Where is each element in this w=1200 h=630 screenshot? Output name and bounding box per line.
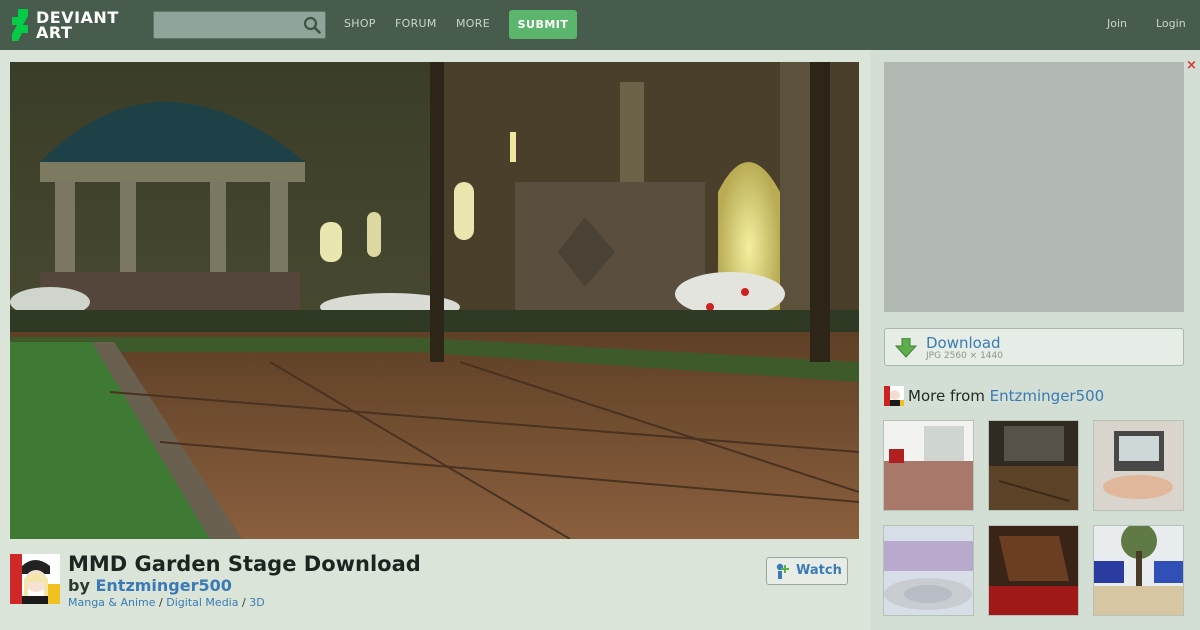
thumbnail[interactable] [1093, 525, 1184, 616]
deviation-image[interactable] [10, 62, 859, 539]
deviation-title: MMD Garden Stage Download [68, 552, 421, 576]
thumbnail[interactable] [883, 420, 974, 511]
category-breadcrumb: Manga & Anime / Digital Media / 3D [68, 596, 265, 609]
category-link-3d[interactable]: 3D [249, 596, 264, 609]
more-from-user-link[interactable]: Entzminger500 [990, 387, 1105, 405]
category-separator: / [159, 596, 163, 609]
category-link-manga-anime[interactable]: Manga & Anime [68, 596, 156, 609]
deviantart-logo-icon [12, 9, 28, 41]
logo-line-2: ART [36, 23, 73, 42]
author-avatar[interactable] [10, 554, 60, 604]
thumbnail[interactable] [883, 525, 974, 616]
login-link[interactable]: Login [1156, 17, 1186, 30]
download-button[interactable]: Download JPG 2560 × 1440 [884, 328, 1184, 366]
search-box[interactable] [153, 11, 326, 39]
user-avatar-icon[interactable] [884, 386, 904, 406]
thumbnail-image [884, 421, 973, 510]
more-from-text: More from Entzminger500 [908, 387, 1104, 405]
watch-label: Watch [796, 563, 842, 578]
thumbnail-image [1094, 421, 1183, 510]
category-link-digital-media[interactable]: Digital Media [166, 596, 238, 609]
thumbnail-image [884, 526, 973, 615]
nav-shop[interactable]: SHOP [344, 17, 376, 30]
watch-button[interactable]: Watch [766, 557, 848, 585]
ad-slot[interactable] [884, 62, 1184, 312]
nav-more[interactable]: MORE [456, 17, 490, 30]
author-link[interactable]: Entzminger500 [95, 576, 231, 595]
thumbnail[interactable] [1093, 420, 1184, 511]
category-separator: / [241, 596, 246, 609]
download-meta: JPG 2560 × 1440 [926, 351, 1003, 361]
logo-text: DEVIANT ART [36, 10, 119, 42]
byline: by Entzminger500 [68, 576, 232, 595]
download-label: Download [926, 334, 1001, 352]
download-arrow-icon [895, 338, 917, 358]
ad-close-button[interactable]: × [1186, 58, 1197, 73]
thumbnail[interactable] [988, 525, 1079, 616]
thumbnail-image [989, 526, 1078, 615]
submit-button[interactable]: SUBMIT [509, 10, 577, 39]
nav-forum[interactable]: FORUM [395, 17, 437, 30]
thumbnail-image [1094, 526, 1183, 615]
watch-icon [776, 563, 789, 579]
join-link[interactable]: Join [1107, 17, 1127, 30]
user-avatar-icon [10, 554, 60, 604]
more-from-prefix: More from [908, 387, 985, 405]
garden-stage-render [10, 62, 859, 539]
thumbnail[interactable] [988, 420, 1079, 511]
search-icon[interactable] [303, 16, 321, 34]
thumbnail-image [989, 421, 1078, 510]
search-input[interactable] [154, 12, 311, 38]
byline-prefix: by [68, 576, 90, 595]
deviantart-logo[interactable]: DEVIANT ART [12, 8, 132, 42]
top-bar: DEVIANT ART SHOP FORUM MORE SUBMIT Join … [0, 0, 1200, 50]
